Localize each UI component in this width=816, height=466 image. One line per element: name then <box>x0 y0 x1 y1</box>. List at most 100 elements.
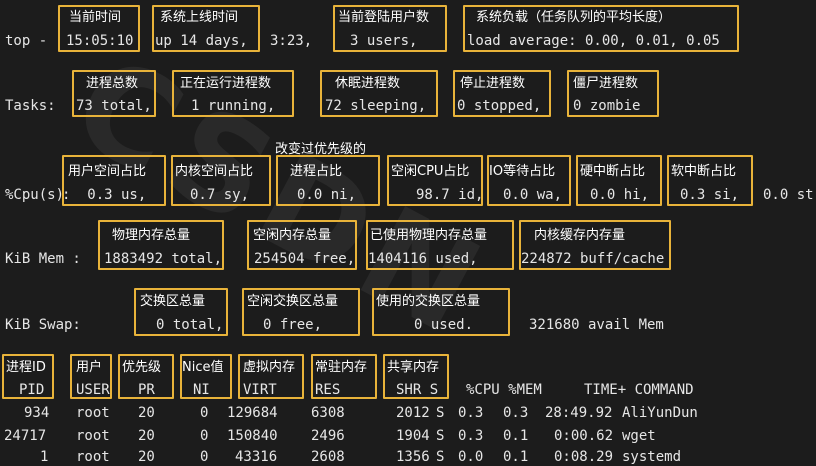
tasks-stopped: 0 stopped, <box>457 98 542 114</box>
annotation-label-cpu-sy: 内核空间占比 <box>175 164 254 179</box>
annotation-label-swap-used: 使用的交换区总量 <box>376 294 481 309</box>
row-time: 0:08.29 <box>554 449 614 465</box>
row-cpu: 0.3 <box>458 405 484 421</box>
row-mem: 0.1 <box>503 449 529 465</box>
row-virt: 129684 <box>227 405 278 421</box>
cpu-sy: 0.7 sy, <box>190 187 250 203</box>
row-mem: 0.3 <box>503 405 529 421</box>
row-virt: 150840 <box>227 428 278 444</box>
cpu-prefix: %Cpu(s) <box>5 187 65 203</box>
annotation-label-cpu-si: 软中断占比 <box>671 164 737 179</box>
row-state: S <box>436 428 445 444</box>
row-pid: 934 <box>24 405 50 421</box>
annotation-label-col-ni: Nice值 <box>182 360 224 375</box>
row-cpu: 0.0 <box>458 449 484 465</box>
row-command: systemd <box>622 449 682 465</box>
annotation-label-mem-buff: 内核缓存内存量 <box>534 228 626 243</box>
row-command: AliYunDun <box>622 405 698 421</box>
mem-free: 254504 free, <box>254 251 356 267</box>
col-header-ni: NI <box>193 382 210 398</box>
row-shr: 2012 <box>396 405 430 421</box>
user-count: 3 users, <box>350 33 418 49</box>
annotation-label-col-virt: 虚拟内存 <box>243 360 296 375</box>
mem-prefix: KiB Mem : <box>5 251 81 267</box>
row-shr: 1904 <box>396 428 430 444</box>
annotation-label-cpu-ni-line2: 进程占比 <box>290 164 343 179</box>
swap-prefix: KiB Swap: <box>5 317 81 333</box>
row-ni: 0 <box>200 449 209 465</box>
annotation-label-cpu-hi: 硬中断占比 <box>580 164 646 179</box>
annotation-label-cpu-id: 空闲CPU占比 <box>391 164 470 179</box>
swap-used: 0 used. <box>414 317 474 333</box>
row-virt: 43316 <box>235 449 278 465</box>
row-shr: 1356 <box>396 449 430 465</box>
row-time: 0:00.62 <box>554 428 614 444</box>
annotation-label-tasks-stopped: 停止进程数 <box>460 76 526 91</box>
annotation-label-col-res: 常驻内存 <box>315 360 368 375</box>
col-header-user: USER <box>76 382 110 398</box>
annotation-label-mem-total: 物理内存总量 <box>112 228 191 243</box>
cpu-wa: 0.0 wa, <box>503 187 563 203</box>
annotation-label-col-user: 用户 <box>76 360 103 375</box>
swap-avail: 321680 avail Mem <box>529 317 664 333</box>
annotation-label-time: 当前时间 <box>69 10 122 25</box>
row-cpu: 0.3 <box>458 428 484 444</box>
annotation-label-cpu-wa: IO等待占比 <box>489 164 556 179</box>
uptime-extra: 3:23, <box>270 33 313 49</box>
row-pr: 20 <box>138 428 155 444</box>
col-header-rest: %CPU %MEM TIME+ COMMAND <box>466 382 694 398</box>
swap-total: 0 total, <box>156 317 224 333</box>
annotation-label-cpu-us: 用户空间占比 <box>68 164 147 179</box>
annotation-label-users: 当前登陆用户数 <box>338 10 430 25</box>
annotation-label-tasks-sleeping: 休眠进程数 <box>335 76 401 91</box>
annotation-label-col-pid: 进程ID <box>6 360 46 375</box>
annotation-label-swap-total: 交换区总量 <box>140 294 206 309</box>
annotation-label-swap-free: 空闲交换区总量 <box>247 294 339 309</box>
row-pid: 1 <box>40 449 49 465</box>
cpu-ni: 0.0 ni, <box>297 187 357 203</box>
row-state: S <box>436 449 445 465</box>
annotation-label-tasks-zombie: 僵尸进程数 <box>573 76 639 91</box>
mem-buff-cache: 224872 buff/cache <box>521 251 665 267</box>
annotation-label-load: 系统负载（任务队列的平均长度） <box>476 10 672 25</box>
annotation-label-tasks-running: 正在运行进程数 <box>180 76 272 91</box>
cpu-hi: 0.0 hi, <box>590 187 650 203</box>
load-average: load average: 0.00, 0.01, 0.05 <box>467 33 720 49</box>
tasks-running: 1 running, <box>191 98 276 114</box>
row-res: 2608 <box>311 449 345 465</box>
current-time: 15:05:10 <box>66 33 134 49</box>
tasks-sleeping: 72 sleeping, <box>325 98 427 114</box>
annotation-label-uptime: 系统上线时间 <box>160 10 239 25</box>
annotation-label-mem-free: 空闲内存总量 <box>253 228 332 243</box>
row-time: 28:49.92 <box>545 405 613 421</box>
mem-used: 1404116 used, <box>368 251 478 267</box>
col-header-shr-s: SHR S <box>396 382 439 398</box>
col-header-pr: PR <box>138 382 155 398</box>
row-user: root <box>76 428 110 444</box>
row-command: wget <box>622 428 656 444</box>
tasks-zombie: 0 zombie <box>573 98 641 114</box>
annotation-label-col-pr: 优先级 <box>122 360 162 375</box>
annotation-label-mem-used: 已使用物理内存总量 <box>370 228 488 243</box>
top-prefix: top - <box>5 33 48 49</box>
uptime-value: up 14 days, <box>155 33 248 49</box>
cpu-st: 0.0 st <box>763 187 814 203</box>
row-state: S <box>436 405 445 421</box>
cpu-si: 0.3 si, <box>680 187 740 203</box>
col-header-virt: VIRT <box>243 382 277 398</box>
row-user: root <box>76 449 110 465</box>
row-pid: 24717 <box>4 428 47 444</box>
row-ni: 0 <box>200 428 209 444</box>
terminal-window: CSDN 当前时间 系统上线时间 当前登陆用户数 系统负载（任务队列的平均长度）… <box>0 0 816 466</box>
tasks-total: 73 total, <box>76 98 152 114</box>
row-pr: 20 <box>138 405 155 421</box>
row-ni: 0 <box>200 405 209 421</box>
annotation-label-col-shr: 共享内存 <box>387 360 440 375</box>
cpu-us: : 0.3 us, <box>62 187 147 203</box>
row-user: root <box>76 405 110 421</box>
mem-total: 1883492 total, <box>104 251 223 267</box>
swap-free: 0 free, <box>263 317 323 333</box>
tasks-prefix: Tasks: <box>5 98 56 114</box>
row-res: 2496 <box>311 428 345 444</box>
col-header-res: RES <box>315 382 341 398</box>
